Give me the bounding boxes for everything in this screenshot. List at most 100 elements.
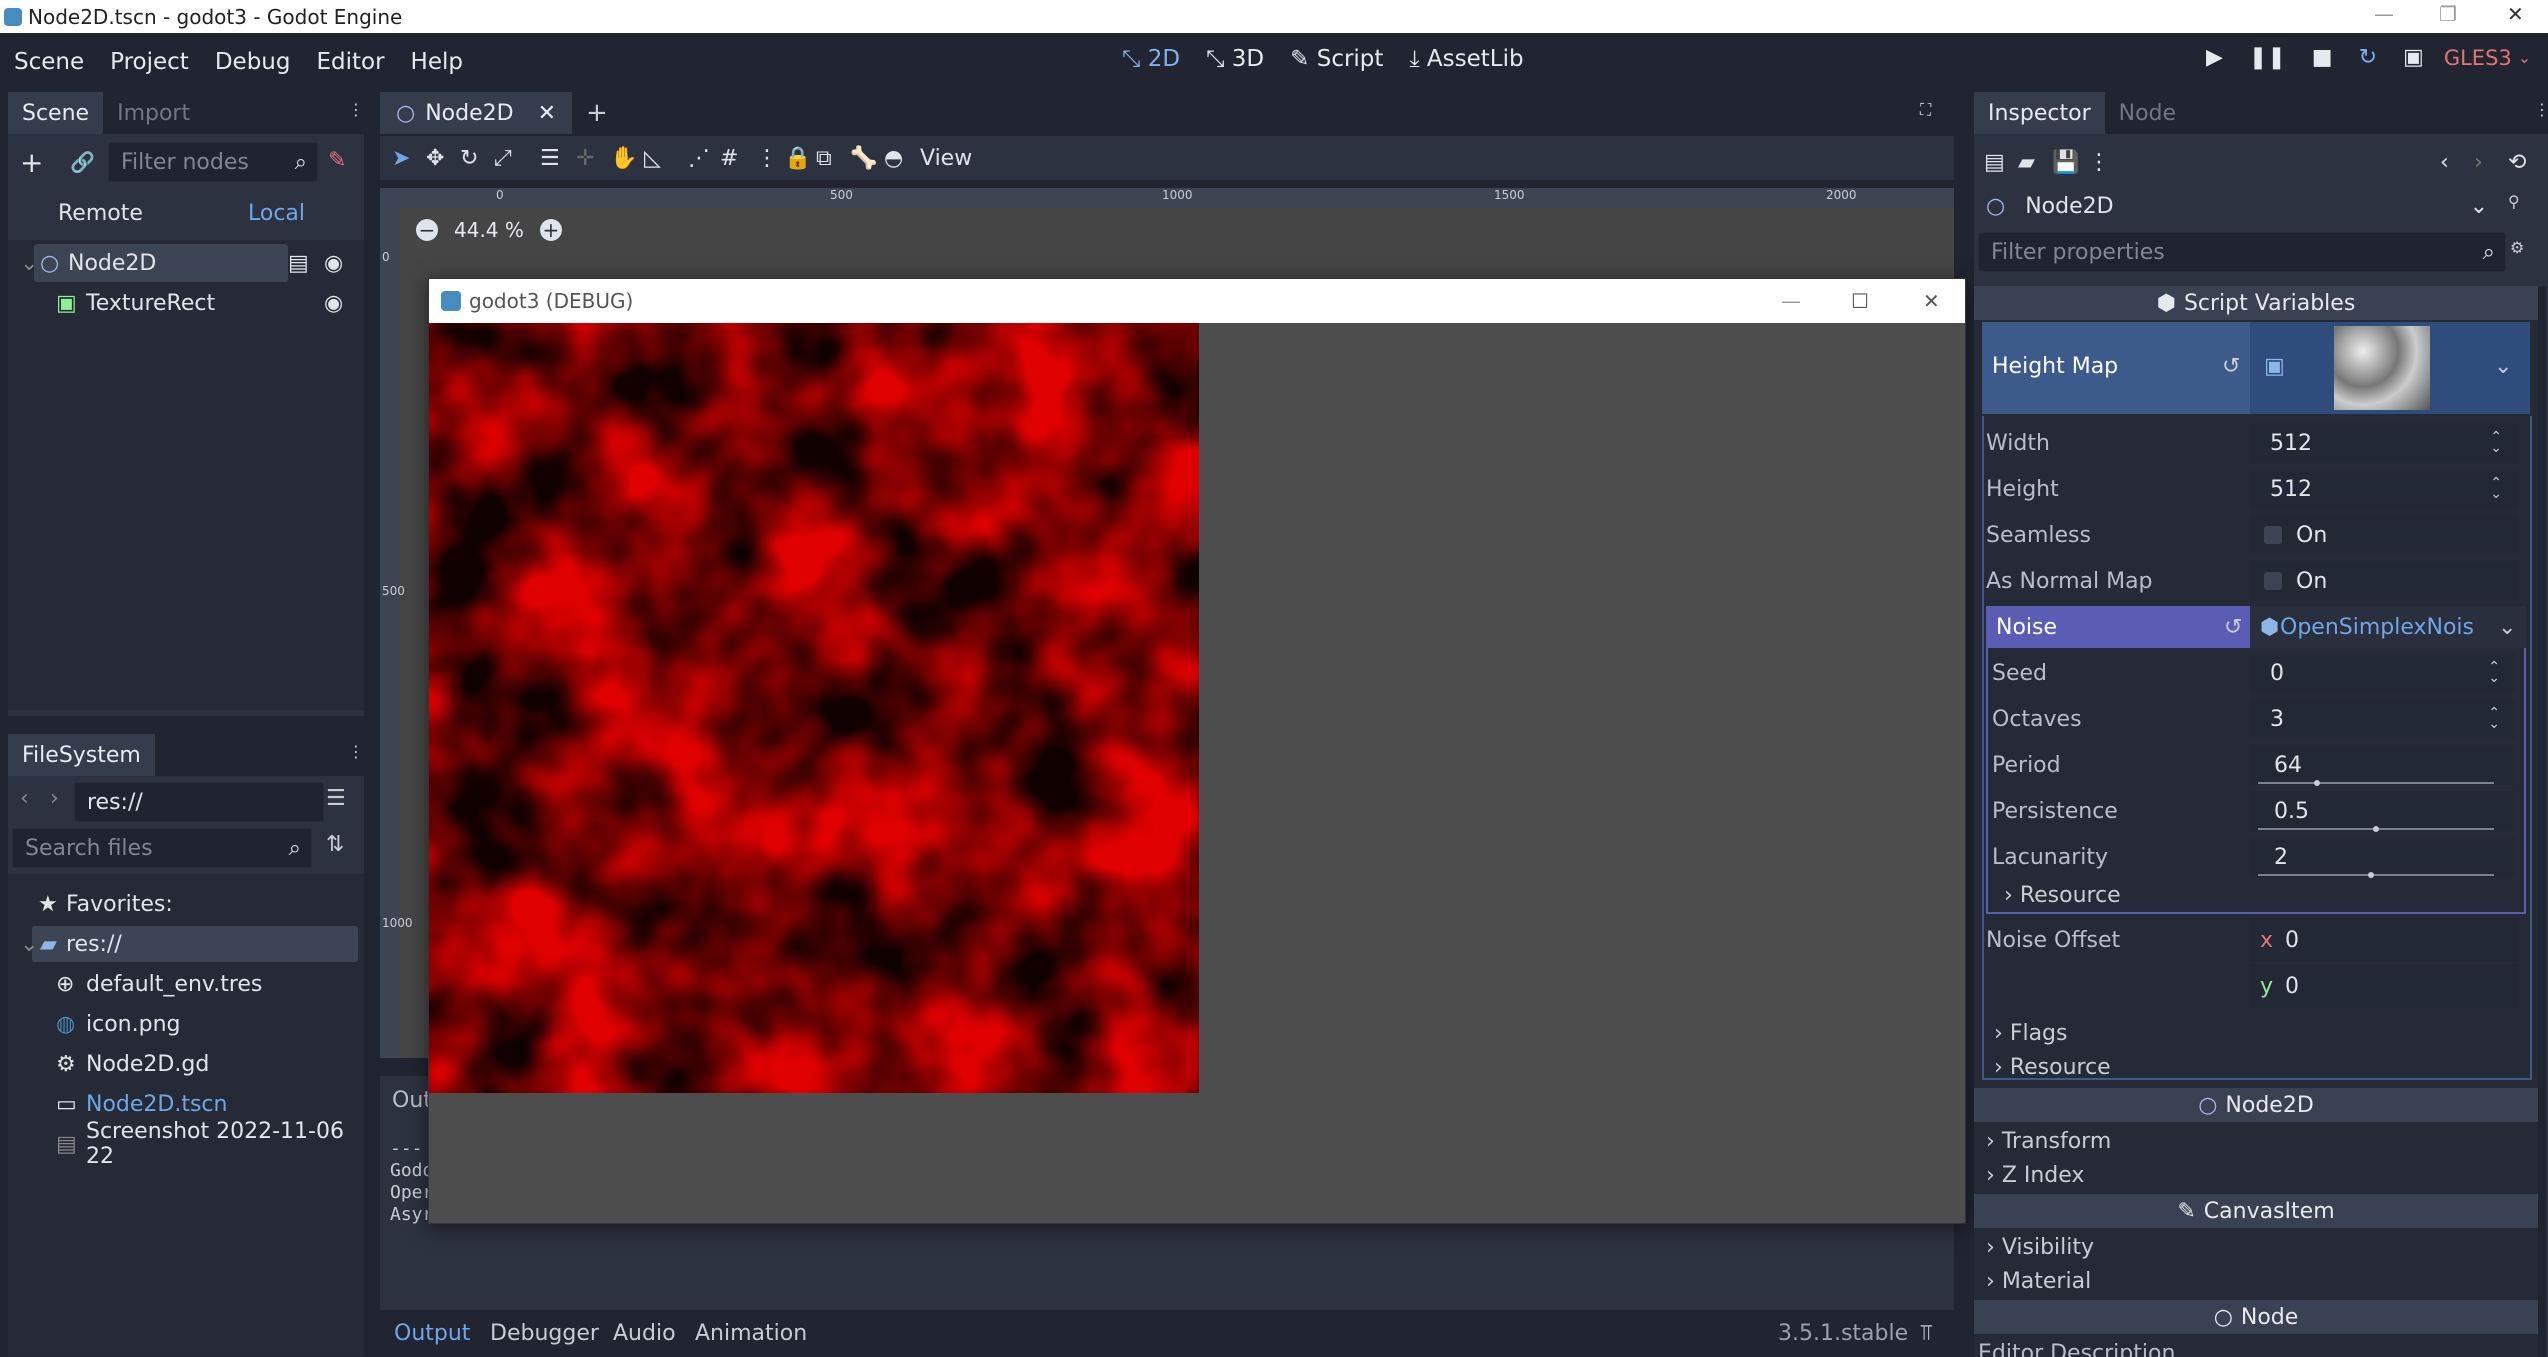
grid-snap-icon[interactable]: # [720,136,738,180]
pause-icon[interactable]: ❚❚ [2249,45,2286,70]
maximize-button[interactable]: ❐ [2439,2,2457,26]
local-button[interactable]: Local [248,201,305,226]
zoom-in-icon[interactable]: + [539,218,562,242]
height-row[interactable]: Height 512 ⌃ ⌄ [1974,466,2538,512]
menu-help[interactable]: Help [411,49,463,75]
file-item[interactable]: ▭ Node2D.tscn [8,1086,364,1122]
noise-resource-fold[interactable]: › Resource [1974,878,2538,912]
menu-dots-icon[interactable]: ⋮ [2534,100,2548,119]
renderer-label[interactable]: GLES3 [2444,46,2512,70]
noise-offset-row[interactable]: Noise Offset x0 y0 [1974,918,2538,1010]
object-selector[interactable]: ○ Node2D ⌄ [1982,186,2494,226]
material-fold[interactable]: › Material [1974,1264,2538,1298]
stop-icon[interactable]: ■ [2312,45,2333,70]
sort-icon[interactable]: ⇅ [326,832,344,857]
workspace-assetlib[interactable]: ⤓ AssetLib [1409,46,1523,72]
menu-project[interactable]: Project [110,49,189,75]
tree-node-node2d[interactable]: ⌄ ○ Node2D ▤ ◉ [8,244,364,282]
bone-icon[interactable]: 🦴 [850,136,877,180]
rotate-icon[interactable]: ↻ [460,136,478,180]
file-item[interactable]: ◍ icon.png [8,1006,364,1042]
workspace-3d[interactable]: ⤡ 3D [1206,46,1264,72]
lacunarity-slider[interactable] [2258,874,2494,876]
movie-icon[interactable]: ▣ [2403,45,2424,70]
persistence-slider-knob[interactable] [2373,826,2379,832]
spinner-icon[interactable]: ⌃ ⌄ [2488,706,2500,731]
property-settings-icon[interactable]: ⚙ [2510,238,2524,257]
scene-tab[interactable]: ○ Node2D ✕ [380,92,572,134]
zindex-fold[interactable]: › Z Index [1974,1158,2538,1192]
spinner-icon[interactable]: ⌃ ⌄ [2488,660,2500,685]
new-resource-icon[interactable]: ▤ [1984,142,2005,182]
file-item[interactable]: ⊕ default_env.tres [8,966,364,1002]
favorites-item[interactable]: ★ Favorites: [8,886,364,922]
open-folder-icon[interactable]: ▰ [2018,142,2035,182]
history-icon[interactable]: ⟲ [2508,142,2526,182]
file-item[interactable]: ⚙ Node2D.gd [8,1046,364,1082]
script-tool-icon[interactable]: ✎ [328,148,346,173]
tab-import[interactable]: Import [103,92,204,134]
more-icon[interactable]: ⋮ [2088,142,2110,182]
seed-value[interactable]: 0 [2270,661,2284,686]
spinner-icon[interactable]: ⌃ ⌄ [2490,430,2502,455]
history-forward-icon[interactable]: › [2474,142,2483,182]
camera-icon[interactable]: ◓ [884,136,903,180]
move-icon[interactable]: ✥ [426,136,444,180]
path-field[interactable]: res:// [74,782,324,822]
smart-snap-icon[interactable]: ⋰ [688,136,710,180]
history-back-icon[interactable]: ‹ [2440,142,2449,182]
height-value[interactable]: 512 [2270,477,2312,502]
add-node-icon[interactable]: + [20,146,43,179]
forward-icon[interactable]: › [50,786,59,811]
transform-fold[interactable]: › Transform [1974,1124,2538,1158]
menu-editor[interactable]: Editor [316,49,384,75]
tab-output[interactable]: Output [394,1321,470,1346]
persistence-value[interactable]: 0.5 [2274,799,2309,824]
filter-properties-input[interactable]: Filter properties ⌕ [1978,232,2506,272]
ruler-icon[interactable]: ◺ [644,136,661,180]
zoom-out-icon[interactable]: − [416,218,438,242]
visibility-eye-icon[interactable]: ◉ [324,251,343,276]
revert-icon[interactable]: ↺ [2222,354,2240,379]
scale-icon[interactable]: ⤢ [494,136,512,180]
menu-debug[interactable]: Debug [215,49,291,75]
debug-window[interactable]: godot3 (DEBUG) — ☐ ✕ [428,278,1966,1224]
resource-fold[interactable]: › Resource [1974,1050,2538,1084]
height-map-preview[interactable] [2334,326,2430,410]
menu-dots-icon[interactable]: ⋮ [348,100,364,119]
remote-button[interactable]: Remote [58,201,143,226]
tab-scene[interactable]: Scene [8,92,104,134]
debug-window-titlebar[interactable]: godot3 (DEBUG) — ☐ ✕ [429,279,1965,323]
normal-map-row[interactable]: As Normal Map On [1974,558,2538,604]
octaves-row[interactable]: Octaves 3 ⌃ ⌄ [1974,696,2538,742]
seamless-row[interactable]: Seamless On [1974,512,2538,558]
fullscreen-icon[interactable]: ⛶ [1920,100,1931,120]
revert-icon[interactable]: ↺ [2224,615,2242,640]
noise-resource[interactable]: OpenSimplexNois [2280,615,2474,640]
tab-node[interactable]: Node [2105,92,2190,134]
tree-node-texturerect[interactable]: ▣ TextureRect ◉ [8,284,364,322]
pivot-icon[interactable]: ✛ [576,136,594,180]
period-slider[interactable] [2258,782,2494,784]
snap-options-icon[interactable]: ⋮ [756,136,778,180]
menu-dots-icon[interactable]: ⋮ [348,742,364,761]
pin-icon[interactable]: ⫪ [1920,1321,1932,1346]
chevron-down-icon[interactable]: ⌄ [2494,354,2512,379]
tab-animation[interactable]: Animation [695,1321,807,1346]
flags-fold[interactable]: › Flags [1974,1016,2538,1050]
view-menu[interactable]: View [920,136,972,180]
add-tab-icon[interactable]: + [586,98,608,128]
reload-icon[interactable]: ↻ [2359,45,2377,70]
width-value[interactable]: 512 [2270,431,2312,456]
group-icon[interactable]: ⧉ [816,136,832,180]
width-row[interactable]: Width 512 ⌃ ⌄ [1974,420,2538,466]
workspace-2d[interactable]: ⤡ 2D [1122,46,1180,72]
minimize-button[interactable]: — [2374,2,2394,26]
lock-icon[interactable]: 🔒 [784,136,811,180]
split-view-icon[interactable]: ☰ [326,786,346,811]
offset-x-value[interactable]: 0 [2285,928,2299,953]
menu-scene[interactable]: Scene [14,49,84,75]
pan-icon[interactable]: ✋ [610,136,637,180]
res-root-item[interactable]: ⌄ ▰ res:// [8,926,364,962]
list-select-icon[interactable]: ☰ [540,136,560,180]
